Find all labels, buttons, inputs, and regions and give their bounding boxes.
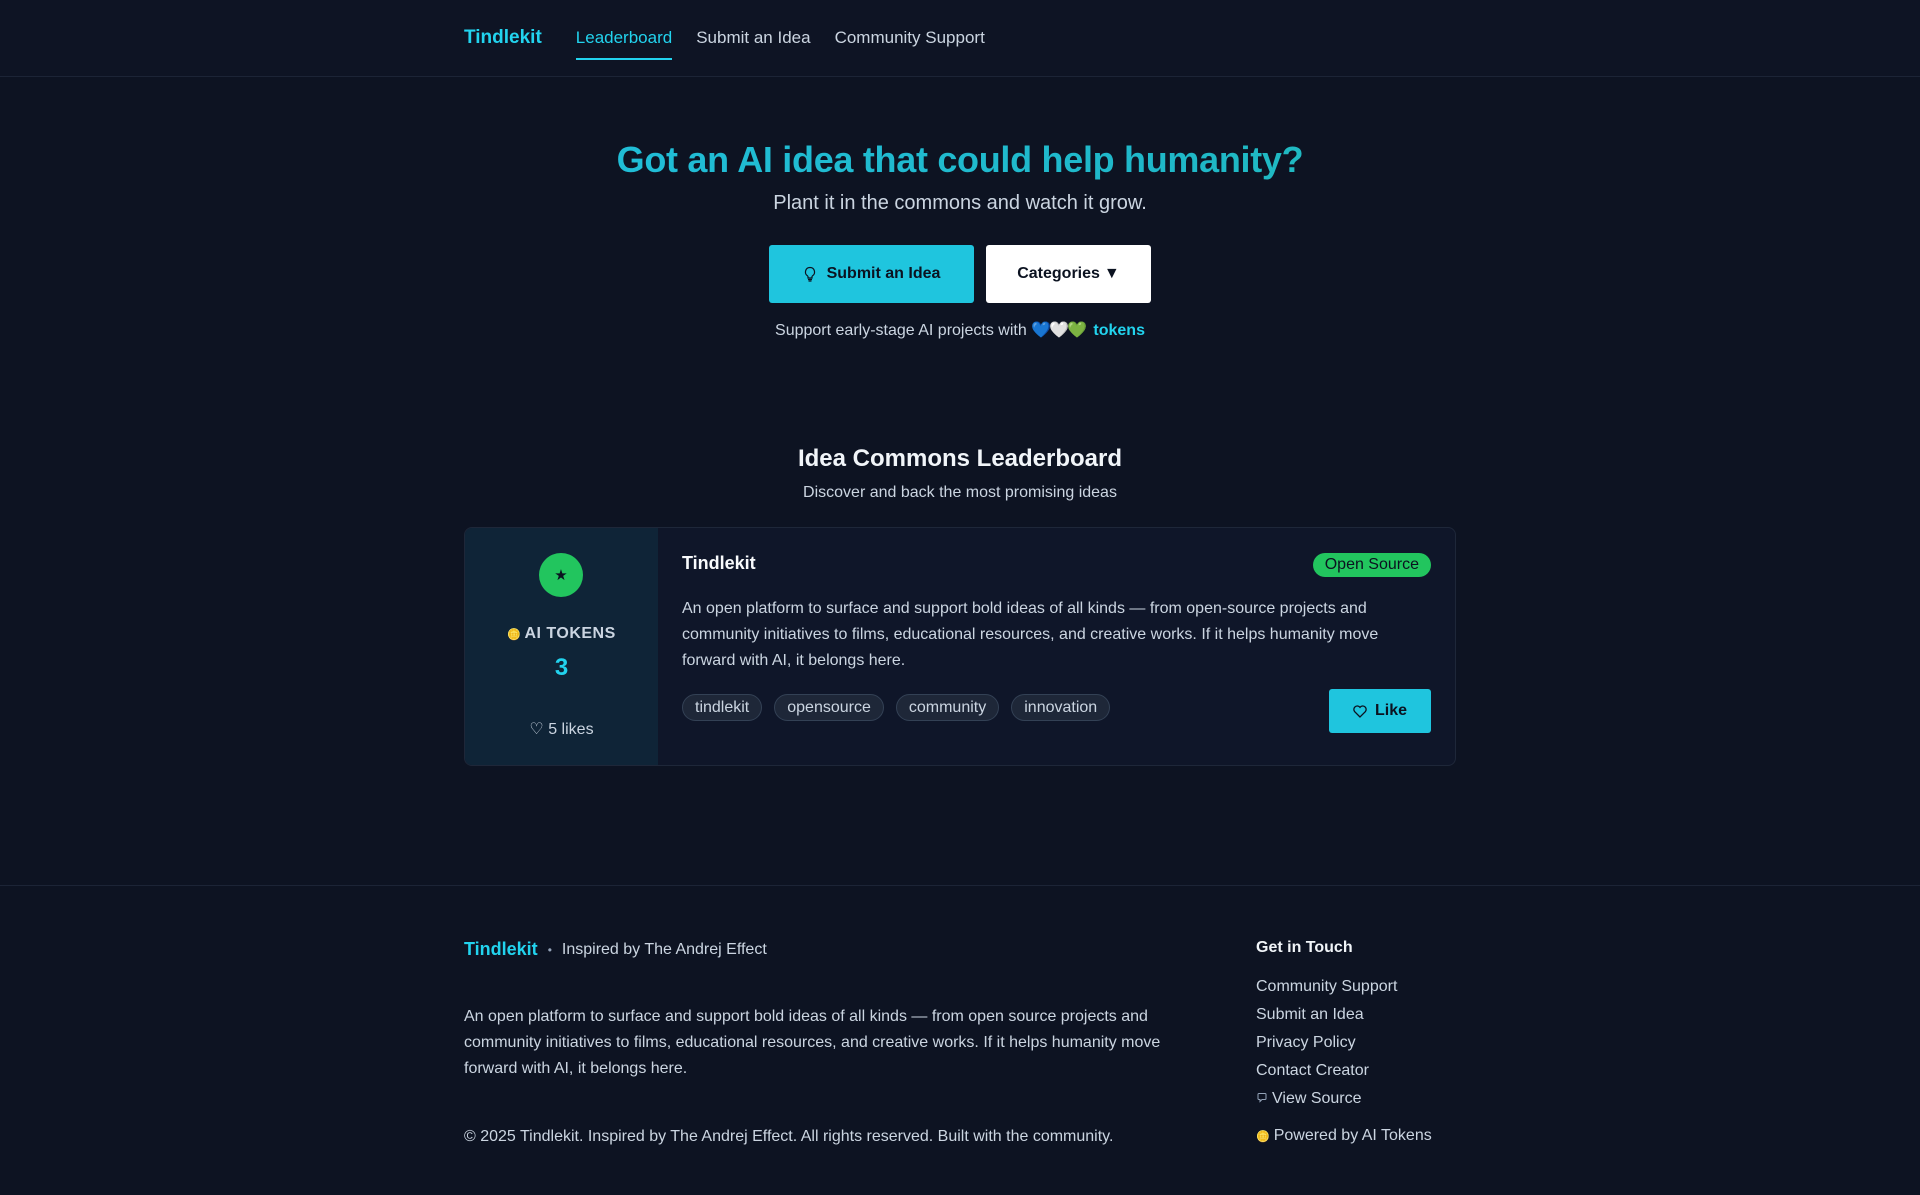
star-icon: ★ xyxy=(539,553,583,597)
powered-by: 🪙 Powered by AI Tokens xyxy=(1256,1127,1432,1145)
support-text: Support early-stage AI projects with xyxy=(775,322,1027,339)
chevron-down-icon: ▼ xyxy=(1103,265,1120,282)
like-button[interactable]: Like xyxy=(1329,689,1431,733)
footer-brand-row: Tindlekit • Inspired by The Andrej Effec… xyxy=(464,939,767,960)
footer-inspired: Inspired by The Andrej Effect xyxy=(561,940,767,958)
footer-link-contact-creator[interactable]: Contact Creator xyxy=(1256,1057,1432,1085)
open-source-badge: Open Source xyxy=(1312,553,1431,577)
footer: Tindlekit • Inspired by The Andrej Effec… xyxy=(0,885,1920,1195)
idea-title[interactable]: Tindlekit xyxy=(682,553,756,574)
tokens-icon: 🪙 xyxy=(1256,1130,1270,1143)
submit-idea-label: Submit an Idea xyxy=(826,265,941,282)
tag-opensource[interactable]: opensource xyxy=(774,694,884,721)
footer-link-community-support[interactable]: Community Support xyxy=(1256,973,1432,1001)
hero-buttons: Submit an Idea Categories ▼ xyxy=(0,245,1920,303)
tag-innovation[interactable]: innovation xyxy=(1011,694,1111,721)
idea-description: An open platform to surface and support … xyxy=(682,600,1379,669)
tokens-link[interactable]: tokens xyxy=(1093,322,1145,339)
contact-title: Get in Touch xyxy=(1256,939,1353,956)
submit-idea-button[interactable]: Submit an Idea xyxy=(769,245,974,303)
categories-dropdown[interactable]: Categories ▼ xyxy=(986,245,1151,303)
heart-icon xyxy=(1353,704,1367,718)
footer-contact: Get in Touch Community Support Submit an… xyxy=(1256,939,1432,1145)
hero-title: Got an AI idea that could help humanity? xyxy=(0,138,1920,182)
separator-dot: • xyxy=(547,942,552,957)
copyright: © 2025 Tindlekit. Inspired by The Andrej… xyxy=(464,1128,1114,1145)
support-line: Support early-stage AI projects with 💙🤍💚… xyxy=(0,320,1920,340)
powered-label: Powered by AI Tokens xyxy=(1273,1127,1432,1144)
footer-link-view-source[interactable]: View Source xyxy=(1256,1085,1432,1113)
nav-inner: Tindlekit Leaderboard Submit an Idea Com… xyxy=(464,0,1009,76)
footer-link-submit-idea[interactable]: Submit an Idea xyxy=(1256,1001,1432,1029)
ai-tokens-text: AI TOKENS xyxy=(524,625,616,642)
tag-community[interactable]: community xyxy=(895,694,1000,721)
ai-tokens-value: 3 xyxy=(554,654,569,681)
footer-description: An open platform to surface and support … xyxy=(464,1008,1161,1077)
hearts-icon: 💙🤍💚 xyxy=(1031,322,1087,339)
leaderboard-subtitle: Discover and back the most promising ide… xyxy=(803,484,1117,501)
footer-brand[interactable]: Tindlekit xyxy=(464,939,538,960)
tag-tindlekit[interactable]: tindlekit xyxy=(682,694,763,721)
leaderboard-title: Idea Commons Leaderboard xyxy=(797,445,1123,472)
idea-tags: tindlekit opensource community innovatio… xyxy=(682,694,1111,721)
view-source-label: View Source xyxy=(1272,1090,1362,1107)
categories-label: Categories xyxy=(1017,265,1100,282)
top-nav: Tindlekit Leaderboard Submit an Idea Com… xyxy=(0,0,1920,77)
hero-section: Got an AI idea that could help humanity?… xyxy=(0,138,1920,340)
idea-card: ★ 🪙 AI TOKENS 3 ♡ 5 likes Tindlekit Open … xyxy=(464,527,1456,766)
tokens-icon: 🪙 xyxy=(507,629,522,641)
like-label: Like xyxy=(1374,702,1407,719)
nav-community-support[interactable]: Community Support xyxy=(835,0,985,76)
hero-subtitle: Plant it in the commons and watch it gro… xyxy=(773,192,1147,214)
github-icon xyxy=(1256,1092,1268,1107)
nav-submit-idea[interactable]: Submit an Idea xyxy=(696,0,810,76)
ai-tokens-label: 🪙 AI TOKENS xyxy=(465,625,658,643)
likes-count: ♡ 5 likes xyxy=(529,721,594,738)
nav-leaderboard[interactable]: Leaderboard xyxy=(575,0,673,76)
idea-content: Tindlekit Open Source An open platform t… xyxy=(658,528,1455,765)
brand-logo[interactable]: Tindlekit xyxy=(464,27,542,49)
idea-stats-panel: ★ 🪙 AI TOKENS 3 ♡ 5 likes xyxy=(465,528,658,765)
lightbulb-icon xyxy=(804,266,815,282)
footer-link-privacy-policy[interactable]: Privacy Policy xyxy=(1256,1029,1432,1057)
